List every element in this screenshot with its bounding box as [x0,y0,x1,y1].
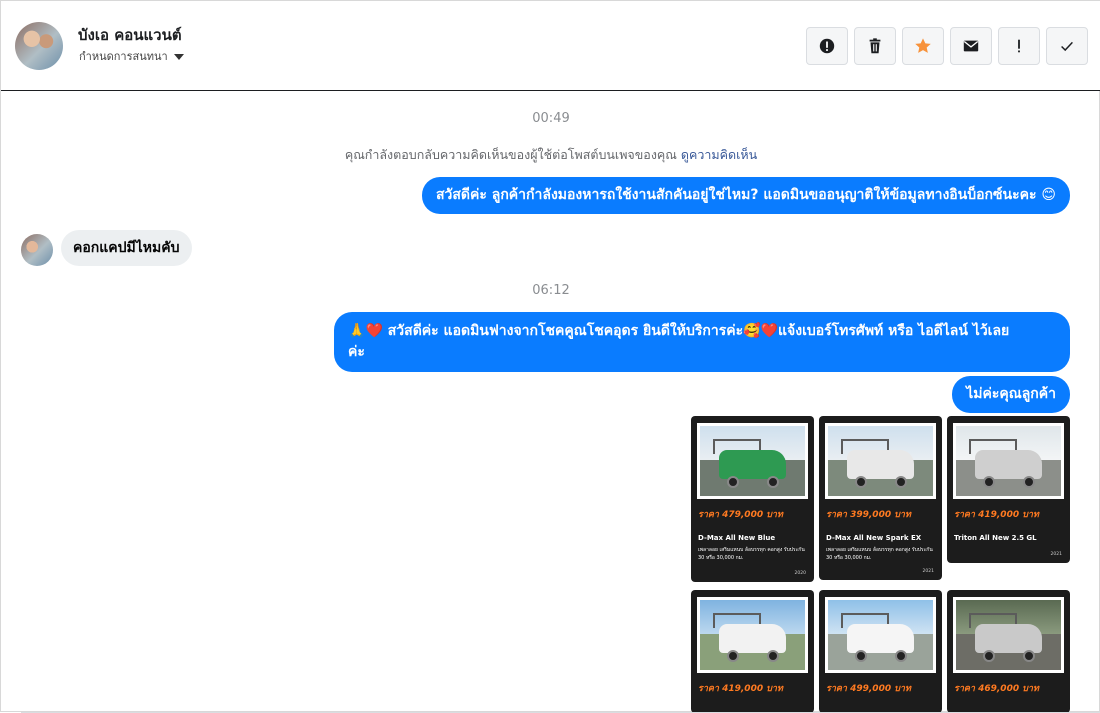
flag-button[interactable] [998,27,1040,65]
reply-context-text: คุณกำลังตอบกลับความคิดเห็นของผู้ใช้ต่อโพ… [344,147,677,162]
conversation-schedule[interactable]: กำหนดการสนทนา [79,47,184,65]
conversation-schedule-label: กำหนดการสนทนา [79,50,168,63]
message-text: คอกแคปมีไหมคับ [73,240,180,256]
heart-emoji: ❤️ [760,323,778,339]
folded-hands-emoji: 🙏 [348,323,366,339]
car-listing-image[interactable]: ราคา 499,000 บาท [819,590,942,713]
timestamp: 00:49 [532,111,570,126]
price-label: ราคา 479,000 บาท [698,510,783,520]
report-button[interactable] [806,27,848,65]
price-label: ราคา 499,000 บาท [826,684,911,694]
outgoing-message[interactable]: สวัสดีค่ะ ลูกค้ากำลังมองหารถใช้งานสักคัน… [421,177,1070,214]
listing-description: เพลาลอย เสริมแหนบ ล้อบรรทุก คอกสูง รับปร… [826,547,933,561]
header-actions [806,27,1088,65]
truck-photo [825,423,936,499]
car-listing-image[interactable]: ราคา 479,000 บาท D-Max All New Blue เพลา… [691,416,814,582]
conversation-panel: บังเอ คอนแวนต์ กำหนดการสนทนา 00:49 คุณกำ… [0,0,1100,713]
contact-avatar[interactable] [15,22,63,70]
outgoing-message[interactable]: 🙏❤️ สวัสดีค่ะ แอดมินฟางจากโชคคูณโชคอุดร … [334,312,1070,372]
car-listing-image[interactable]: ราคา 399,000 บาท D-Max All New Spark EX … [819,416,942,580]
message-text: ไม่ค่ะคุณลูกค้า [966,386,1056,402]
model-name: Triton All New 2.5 GL [954,534,1037,542]
car-listing-image[interactable]: ราคา 469,000 บาท [947,590,1070,713]
mark-unread-button[interactable] [950,27,992,65]
message-text-cont: แจ้งเบอร์โทรศัพท์ หรือ ไอดีไลน์ ไว้เลย [778,323,1010,339]
model-name: D-Max All New Blue [698,534,776,542]
contact-avatar-small [21,234,53,266]
car-listing-image[interactable]: ราคา 419,000 บาท [691,590,814,713]
view-comment-link[interactable]: ดูความคิดเห็น [681,147,757,162]
mark-done-button[interactable] [1046,27,1088,65]
delete-button[interactable] [854,27,896,65]
price-label: ราคา 399,000 บาท [826,510,911,520]
smiling-face-emoji: 😊 [1041,187,1056,203]
reply-context-notice: คุณกำลังตอบกลับความคิดเห็นของผู้ใช้ต่อโพ… [1,145,1100,165]
heart-emoji: ❤️ [365,323,383,339]
message-text: สวัสดีค่ะ แอดมินฟางจากโชคคูณโชคอุดร ยินด… [387,323,744,339]
price-label: ราคา 419,000 บาท [954,510,1039,520]
contact-name[interactable]: บังเอ คอนแวนต์ [78,23,182,47]
exclamation-icon [1018,39,1020,53]
truck-photo [697,423,808,499]
price-label: ราคา 469,000 บาท [954,684,1039,694]
message-text: สวัสดีค่ะ ลูกค้ากำลังมองหารถใช้งานสักคัน… [435,187,1037,203]
listing-year: 2020 [794,571,806,576]
conversation-header: บังเอ คอนแวนต์ กำหนดการสนทนา [1,1,1100,91]
caret-down-icon [173,53,184,60]
truck-photo [953,423,1064,499]
truck-photo [697,597,808,673]
trash-icon [869,38,881,54]
truck-photo [825,597,936,673]
truck-photo [953,597,1064,673]
outgoing-message[interactable]: ไม่ค่ะคุณลูกค้า [952,376,1070,413]
smiling-hearts-emoji: 🥰 [743,323,761,339]
listing-description: เพลาลอย เสริมแหนบ ล้อบรรทุก คอกสูง รับปร… [698,547,805,561]
listing-year: 2021 [922,569,934,574]
star-icon [915,38,931,53]
price-label: ราคา 419,000 บาท [698,684,783,694]
car-listing-image[interactable]: ราคา 419,000 บาท Triton All New 2.5 GL 2… [947,416,1070,563]
message-text-end: ค่ะ [348,344,365,360]
incoming-message[interactable]: คอกแคปมีไหมคับ [61,230,192,266]
timestamp: 06:12 [532,283,570,298]
alert-circle-icon [819,38,835,54]
model-name: D-Max All New Spark EX [826,534,922,542]
listing-year: 2021 [1050,552,1062,557]
check-icon [1061,41,1073,52]
star-button[interactable] [902,27,944,65]
envelope-icon [963,40,979,52]
